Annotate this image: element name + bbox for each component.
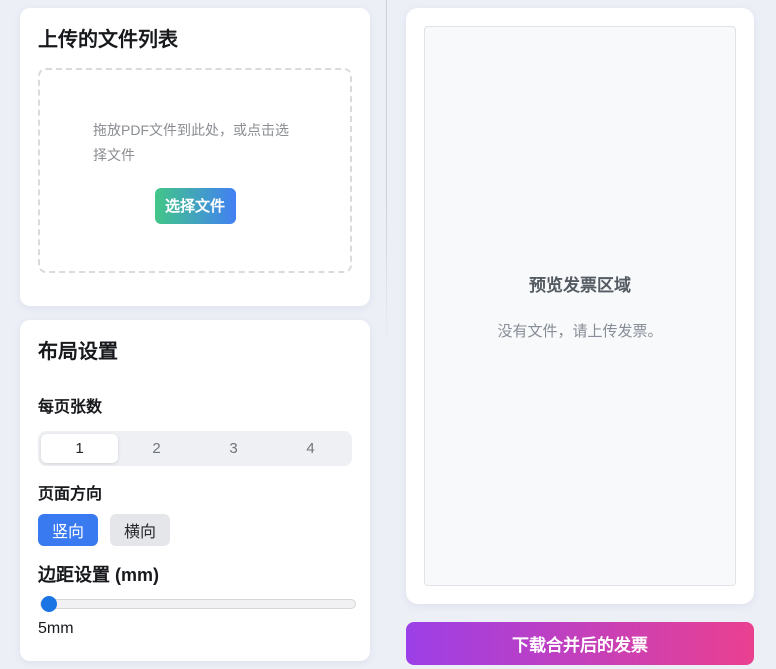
per-page-option-4[interactable]: 4 — [272, 434, 349, 463]
invoice-merge-app: 上传的文件列表 拖放PDF文件到此处，或点击选择文件 选择文件 布局设置 每页张… — [0, 0, 776, 669]
per-page-option-2[interactable]: 2 — [118, 434, 195, 463]
choose-file-button[interactable]: 选择文件 — [154, 187, 236, 224]
layout-settings-card: 布局设置 每页张数 1 2 3 4 页面方向 竖向 横向 边距设置 (mm) 5… — [20, 320, 370, 661]
column-divider — [386, 0, 387, 355]
pdf-dropzone[interactable]: 拖放PDF文件到此处，或点击选择文件 选择文件 — [38, 68, 352, 273]
orientation-landscape-button[interactable]: 横向 — [110, 514, 171, 546]
dropzone-hint-text: 拖放PDF文件到此处，或点击选择文件 — [93, 121, 289, 163]
orientation-buttons: 竖向 横向 — [38, 514, 352, 546]
upload-card-title: 上传的文件列表 — [38, 29, 178, 51]
per-page-option-1[interactable]: 1 — [41, 434, 118, 463]
layout-card-title: 布局设置 — [38, 341, 118, 363]
preview-area-title: 预览发票区域 — [529, 276, 631, 295]
margin-label: 边距设置 (mm) — [38, 565, 159, 585]
left-column: 上传的文件列表 拖放PDF文件到此处，或点击选择文件 选择文件 布局设置 每页张… — [20, 8, 370, 661]
download-merged-invoice-button[interactable]: 下载合并后的发票 — [406, 622, 754, 665]
orientation-label: 页面方向 — [38, 486, 103, 503]
margin-value-text: 5mm — [38, 620, 74, 637]
invoice-preview-panel: 预览发票区域 没有文件，请上传发票。 — [424, 26, 736, 586]
margin-slider[interactable] — [40, 599, 356, 609]
preview-card: 预览发票区域 没有文件，请上传发票。 — [406, 8, 754, 604]
orientation-portrait-button[interactable]: 竖向 — [38, 514, 99, 546]
upload-file-list-card: 上传的文件列表 拖放PDF文件到此处，或点击选择文件 选择文件 — [20, 8, 370, 306]
per-page-segmented-control: 1 2 3 4 — [38, 431, 352, 466]
per-page-label: 每页张数 — [38, 399, 103, 416]
per-page-option-3[interactable]: 3 — [195, 434, 272, 463]
right-column: 预览发票区域 没有文件，请上传发票。 下载合并后的发票 — [406, 8, 754, 665]
preview-empty-message: 没有文件，请上传发票。 — [497, 323, 663, 340]
